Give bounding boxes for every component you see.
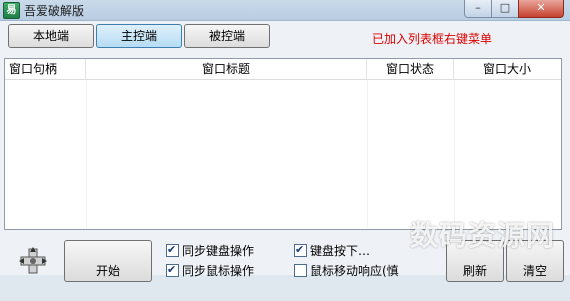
local-mode-button[interactable]: 本地端 — [8, 24, 94, 48]
start-button[interactable]: 开始 — [64, 240, 152, 282]
keyboard-option-label: 键盘按下… — [310, 244, 371, 258]
column-divider — [454, 80, 455, 228]
keyboard-option-checkbox[interactable]: 键盘按下… — [294, 242, 371, 259]
list-header: 窗口句柄 窗口标题 窗口状态 窗口大小 — [5, 59, 561, 80]
column-divider — [86, 80, 87, 228]
mouse-option-label: 鼠标移动响应(慎 — [310, 264, 399, 278]
checkbox-check-icon — [294, 242, 307, 258]
sync-keyboard-checkbox[interactable]: 同步键盘操作 — [166, 242, 255, 259]
maximize-button[interactable]: □ — [491, 0, 519, 18]
sync-mouse-checkbox[interactable]: 同步鼠标操作 — [166, 262, 255, 279]
window-list[interactable]: 窗口句柄 窗口标题 窗口状态 窗口大小 — [4, 58, 562, 230]
column-header-state[interactable]: 窗口状态 — [367, 59, 454, 79]
title-bar[interactable]: 易 吾爱破解版 – □ ✕ — [0, 0, 570, 21]
app-window: 易 吾爱破解版 – □ ✕ 本地端 主控端 被控端 已加入列表框右键菜单 窗口句… — [0, 0, 570, 282]
master-mode-button[interactable]: 主控端 — [96, 24, 182, 48]
context-menu-notice: 已加入列表框右键菜单 — [372, 32, 493, 46]
mouse-option-checkbox[interactable]: 鼠标移动响应(慎 — [294, 263, 399, 279]
window-title: 吾爱破解版 — [24, 4, 85, 18]
app-logo-icon: 易 — [3, 2, 20, 19]
checkbox-box — [294, 264, 307, 277]
checkbox-check-icon — [166, 262, 179, 278]
column-header-title[interactable]: 窗口标题 — [86, 59, 367, 79]
sync-keyboard-label: 同步键盘操作 — [182, 244, 255, 258]
sync-mouse-label: 同步鼠标操作 — [182, 264, 255, 278]
checkbox-check-icon — [166, 242, 179, 258]
watermark: 数码资源网 — [410, 219, 556, 252]
drag-crosshair-icon[interactable] — [18, 246, 48, 276]
controlled-mode-button[interactable]: 被控端 — [184, 24, 270, 48]
minimize-button[interactable]: – — [464, 0, 492, 18]
column-divider — [367, 80, 368, 228]
close-button[interactable]: ✕ — [518, 0, 564, 18]
column-header-handle[interactable]: 窗口句柄 — [5, 59, 86, 79]
column-header-size[interactable]: 窗口大小 — [454, 59, 560, 79]
